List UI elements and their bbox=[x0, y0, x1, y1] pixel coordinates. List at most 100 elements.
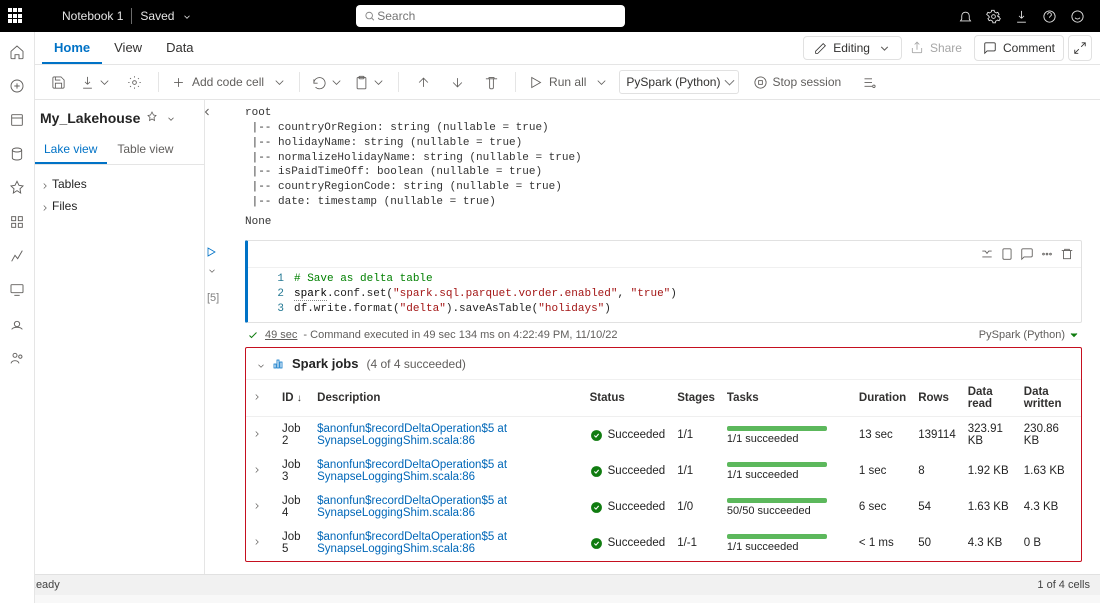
cell-comment-icon[interactable] bbox=[1017, 244, 1037, 264]
share-button[interactable]: Share bbox=[902, 36, 970, 60]
rail-home-icon[interactable] bbox=[5, 40, 29, 64]
job-desc[interactable]: $anonfun$recordDeltaOperation$5 at Synap… bbox=[311, 453, 584, 489]
job-id: Job 2 bbox=[276, 417, 311, 454]
code-gutter: 123 bbox=[248, 272, 294, 317]
rail-users-icon[interactable] bbox=[5, 346, 29, 370]
rail-apps-icon[interactable] bbox=[5, 210, 29, 234]
job-row[interactable]: Job 3$anonfun$recordDeltaOperation$5 at … bbox=[246, 453, 1081, 489]
cell-tablet-icon[interactable] bbox=[997, 244, 1017, 264]
undo-button[interactable] bbox=[308, 70, 348, 94]
settings-button[interactable] bbox=[118, 70, 150, 94]
tab-lake-view[interactable]: Lake view bbox=[34, 136, 107, 164]
tab-view[interactable]: View bbox=[102, 32, 154, 64]
expand-button[interactable] bbox=[1068, 35, 1092, 61]
col-read[interactable]: Data read bbox=[962, 380, 1018, 417]
rail-browse-icon[interactable] bbox=[5, 108, 29, 132]
col-stages[interactable]: Stages bbox=[671, 380, 721, 417]
tab-home[interactable]: Home bbox=[42, 32, 102, 64]
main: My_Lakehouse Lake view Table view Tables… bbox=[0, 100, 1100, 577]
search-bar[interactable] bbox=[356, 5, 625, 27]
search-input[interactable] bbox=[375, 8, 617, 24]
delete-button[interactable] bbox=[475, 70, 507, 94]
play-icon bbox=[528, 75, 543, 90]
run-all-button[interactable]: Run all bbox=[524, 70, 613, 94]
app-launcher-icon[interactable] bbox=[8, 8, 24, 24]
rail-monitor-icon[interactable] bbox=[5, 278, 29, 302]
cell-delete-icon[interactable] bbox=[1057, 244, 1077, 264]
move-up-button[interactable] bbox=[407, 70, 439, 94]
col-duration[interactable]: Duration bbox=[853, 380, 912, 417]
job-read: 1.63 KB bbox=[962, 489, 1018, 525]
rail-item-icon[interactable] bbox=[5, 176, 29, 200]
rail-data-icon[interactable] bbox=[5, 142, 29, 166]
col-id[interactable]: ID ↓ bbox=[276, 380, 311, 417]
check-circle-icon bbox=[590, 501, 603, 514]
chevron-right-icon[interactable] bbox=[252, 392, 260, 400]
export-button[interactable] bbox=[76, 70, 116, 94]
tree-node-files[interactable]: Files bbox=[38, 195, 200, 217]
check-icon bbox=[247, 329, 259, 341]
tab-table-view[interactable]: Table view bbox=[107, 136, 183, 164]
pin-icon[interactable] bbox=[146, 111, 158, 126]
job-row[interactable]: Job 5$anonfun$recordDeltaOperation$5 at … bbox=[246, 525, 1081, 561]
expand-icon bbox=[1073, 41, 1087, 55]
tree-node-tables[interactable]: Tables bbox=[38, 173, 200, 195]
job-desc[interactable]: $anonfun$recordDeltaOperation$5 at Synap… bbox=[311, 489, 584, 525]
add-code-cell-button[interactable]: Add code cell bbox=[167, 70, 291, 94]
col-tasks[interactable]: Tasks bbox=[721, 380, 853, 417]
job-desc[interactable]: $anonfun$recordDeltaOperation$5 at Synap… bbox=[311, 417, 584, 454]
save-button[interactable] bbox=[42, 70, 74, 94]
chevron-right-icon[interactable] bbox=[252, 537, 260, 545]
notebook-content: root |-- countryOrRegion: string (nullab… bbox=[205, 100, 1100, 577]
chevron-right-icon[interactable] bbox=[252, 465, 260, 473]
save-status[interactable]: Saved bbox=[140, 9, 192, 23]
col-desc[interactable]: Description bbox=[311, 380, 584, 417]
comment-button[interactable]: Comment bbox=[974, 35, 1064, 61]
chevron-right-icon[interactable] bbox=[252, 429, 260, 437]
chevron-down-icon[interactable] bbox=[256, 360, 264, 368]
job-duration: < 1 ms bbox=[853, 525, 912, 561]
feedback-icon[interactable] bbox=[1064, 2, 1092, 30]
rail-workspace-icon[interactable] bbox=[5, 312, 29, 336]
left-rail bbox=[0, 32, 35, 603]
stop-session-button[interactable]: Stop session bbox=[749, 70, 845, 94]
chevron-down-icon[interactable] bbox=[166, 111, 176, 125]
move-down-button[interactable] bbox=[441, 70, 473, 94]
job-rows: 54 bbox=[912, 489, 962, 525]
chevron-right-icon bbox=[40, 180, 48, 188]
job-row[interactable]: Job 2$anonfun$recordDeltaOperation$5 at … bbox=[246, 417, 1081, 454]
gear-icon[interactable] bbox=[980, 2, 1008, 30]
job-row[interactable]: Job 4$anonfun$recordDeltaOperation$5 at … bbox=[246, 489, 1081, 525]
check-circle-icon bbox=[590, 465, 603, 478]
col-rows[interactable]: Rows bbox=[912, 380, 962, 417]
job-stages: 1/1 bbox=[671, 417, 721, 454]
code-editor[interactable]: # Save as delta table spark.conf.set("sp… bbox=[294, 272, 1081, 317]
notifications-icon[interactable] bbox=[952, 2, 980, 30]
run-cell-icon[interactable] bbox=[205, 246, 217, 261]
col-status[interactable]: Status bbox=[584, 380, 672, 417]
cell-markdown-icon[interactable] bbox=[977, 244, 997, 264]
notebook-name[interactable]: Notebook 1 bbox=[62, 9, 123, 23]
job-duration: 13 sec bbox=[853, 417, 912, 454]
help-icon[interactable] bbox=[1036, 2, 1064, 30]
download-icon[interactable] bbox=[1008, 2, 1036, 30]
stop-icon bbox=[753, 75, 768, 90]
cell-more-icon[interactable] bbox=[1037, 244, 1057, 264]
session-options-button[interactable] bbox=[853, 70, 885, 94]
cell-lang[interactable]: PySpark (Python) bbox=[979, 329, 1080, 341]
language-picker[interactable]: PySpark (Python) bbox=[619, 70, 739, 94]
job-desc[interactable]: $anonfun$recordDeltaOperation$5 at Synap… bbox=[311, 525, 584, 561]
chevron-down-icon bbox=[272, 74, 287, 89]
rail-metrics-icon[interactable] bbox=[5, 244, 29, 268]
chevron-down-icon[interactable] bbox=[207, 265, 215, 273]
check-circle-icon bbox=[590, 537, 603, 550]
col-write[interactable]: Data written bbox=[1018, 380, 1081, 417]
clipboard-button[interactable] bbox=[350, 70, 390, 94]
job-id: Job 5 bbox=[276, 525, 311, 561]
chevron-right-icon[interactable] bbox=[252, 501, 260, 509]
cell-counter: 1 of 4 cells bbox=[1037, 579, 1090, 591]
job-duration: 6 sec bbox=[853, 489, 912, 525]
rail-create-icon[interactable] bbox=[5, 74, 29, 98]
editing-mode-button[interactable]: Editing bbox=[803, 36, 902, 60]
tab-data[interactable]: Data bbox=[154, 32, 205, 64]
